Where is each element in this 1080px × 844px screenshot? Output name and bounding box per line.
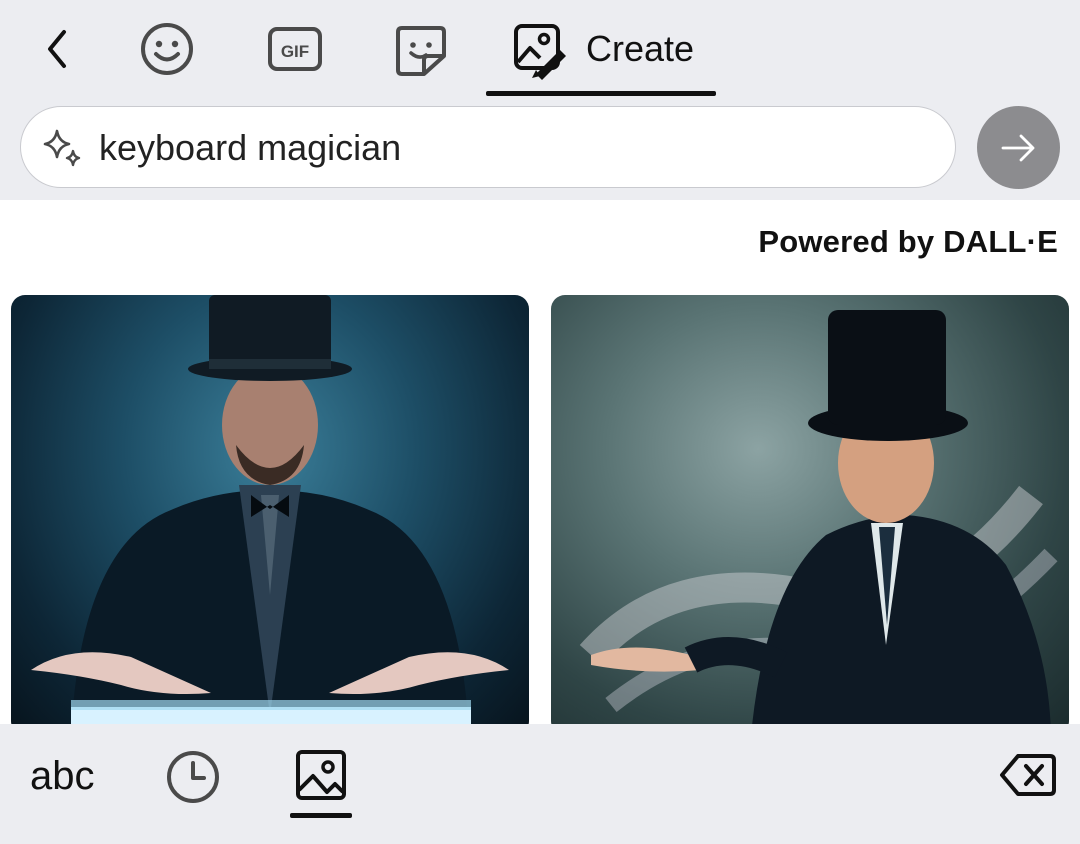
recent-button[interactable] bbox=[164, 748, 222, 806]
back-button[interactable] bbox=[30, 22, 84, 76]
sparkle-icon bbox=[43, 129, 81, 167]
tab-emoji[interactable] bbox=[134, 16, 200, 82]
image-button[interactable] bbox=[290, 748, 352, 818]
generated-image-1[interactable] bbox=[11, 295, 529, 724]
results-panel: Powered by DALL·E bbox=[0, 200, 1080, 724]
active-bottom-indicator bbox=[290, 813, 352, 818]
clock-icon bbox=[167, 751, 219, 803]
abc-keyboard-button[interactable]: abc bbox=[30, 754, 95, 799]
generated-image-2[interactable] bbox=[551, 295, 1069, 724]
search-row bbox=[0, 100, 1080, 200]
magician-at-keyboard-image bbox=[31, 295, 509, 724]
tab-gif[interactable]: GIF bbox=[262, 20, 328, 80]
delete-button[interactable] bbox=[998, 752, 1058, 798]
create-image-icon bbox=[514, 24, 566, 80]
prompt-search-box[interactable] bbox=[20, 106, 956, 188]
magician-with-sparkles-image bbox=[579, 310, 1058, 724]
tab-sticker[interactable] bbox=[388, 18, 454, 82]
sticker-icon bbox=[396, 26, 446, 76]
tab-create-label: Create bbox=[586, 28, 695, 69]
powered-by-label: Powered by DALL·E bbox=[758, 224, 1058, 259]
image-icon bbox=[296, 750, 346, 800]
svg-text:GIF: GIF bbox=[281, 42, 309, 61]
chevron-left-icon bbox=[48, 30, 66, 68]
top-toolbar: GIF Create bbox=[0, 0, 1080, 100]
arrow-right-icon bbox=[1001, 134, 1034, 161]
backspace-icon bbox=[1000, 754, 1056, 796]
submit-button[interactable] bbox=[977, 106, 1060, 189]
tab-create[interactable]: Create bbox=[486, 0, 716, 96]
active-tab-indicator bbox=[486, 91, 716, 96]
prompt-input[interactable] bbox=[99, 121, 919, 175]
emoji-icon bbox=[141, 23, 193, 75]
bottom-bar: abc bbox=[0, 724, 1080, 844]
gif-icon: GIF bbox=[268, 27, 322, 71]
